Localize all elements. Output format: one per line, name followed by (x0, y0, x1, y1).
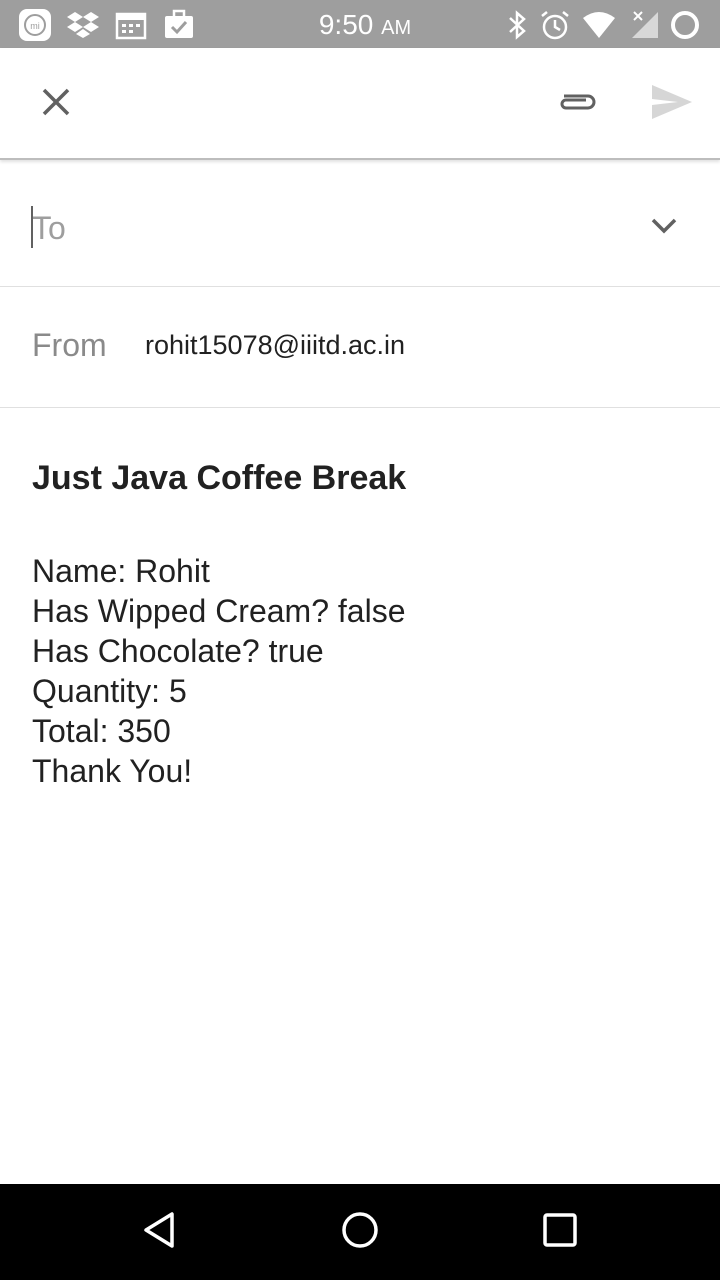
from-account[interactable]: rohit15078@iiitd.ac.in (145, 327, 405, 363)
subject-field[interactable]: Just Java Coffee Break (32, 456, 406, 500)
mi-icon: mi (18, 8, 52, 42)
body-line: Thank You! (32, 753, 193, 789)
expand-recipients-button[interactable] (640, 204, 688, 252)
status-time: 9:50 AM (318, 9, 412, 40)
to-input[interactable]: To (32, 208, 66, 248)
body-line: Total: 350 (32, 713, 171, 749)
close-button[interactable] (24, 72, 88, 136)
paperclip-icon (554, 90, 598, 119)
bluetooth-icon (500, 8, 534, 42)
recent-apps-button[interactable] (530, 1202, 590, 1262)
body-line: Name: Rohit (32, 553, 210, 589)
body-line: Has Chocolate? true (32, 633, 324, 669)
from-label: From (32, 327, 107, 363)
attach-button[interactable] (544, 72, 608, 136)
body-line: Has Wipped Cream? false (32, 593, 406, 629)
recent-square-icon (540, 1210, 580, 1255)
alarm-icon (538, 8, 572, 42)
back-button[interactable] (130, 1202, 190, 1262)
home-button[interactable] (330, 1202, 390, 1262)
wifi-icon (582, 8, 616, 42)
to-row: To (0, 162, 720, 287)
calendar-icon (114, 8, 148, 42)
compose-toolbar (0, 48, 720, 160)
text-cursor (31, 206, 33, 248)
chevron-down-icon (650, 216, 678, 241)
body-line: Quantity: 5 (32, 673, 187, 709)
dropbox-icon (66, 8, 100, 42)
send-button[interactable] (640, 72, 704, 136)
send-icon (650, 83, 694, 126)
back-triangle-icon (140, 1210, 180, 1255)
navigation-bar (0, 1184, 720, 1280)
from-row[interactable]: From rohit15078@iiitd.ac.in (0, 287, 720, 408)
signal-icon (628, 8, 662, 42)
close-icon (40, 86, 72, 123)
message-body[interactable]: Name: Rohit Has Wipped Cream? false Has … (32, 551, 692, 791)
status-bar: mi 9:50 AM (0, 0, 720, 48)
task-icon (162, 8, 196, 42)
svg-text:mi: mi (30, 21, 40, 31)
home-circle-icon (340, 1210, 380, 1255)
battery-icon (668, 8, 702, 42)
